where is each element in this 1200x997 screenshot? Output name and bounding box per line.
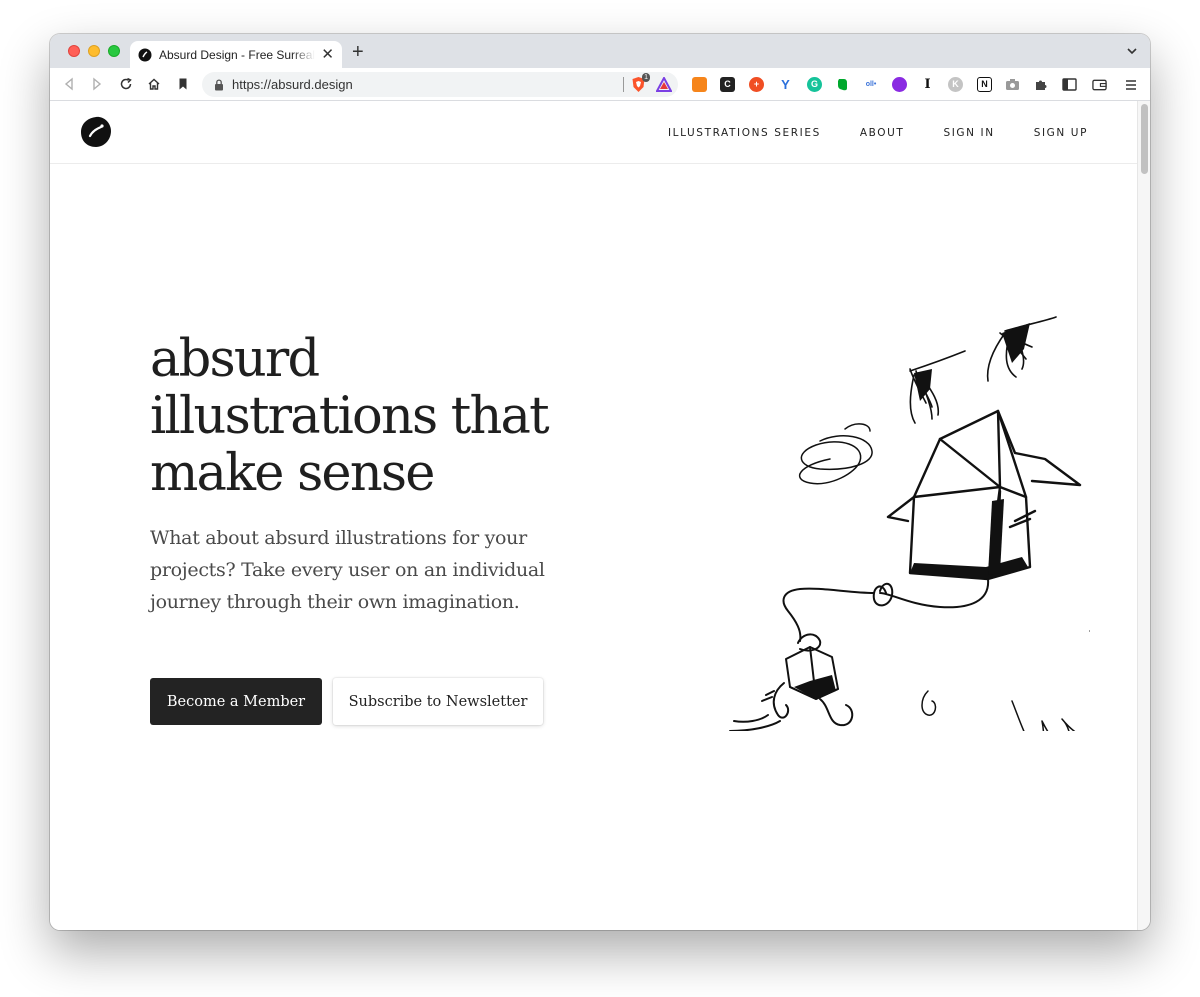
- rope-drawing: [782, 578, 990, 642]
- nav-about[interactable]: ABOUT: [860, 127, 905, 139]
- bookmark-icon[interactable]: [174, 75, 192, 93]
- box-shadow-fill: [910, 499, 1028, 579]
- become-member-button[interactable]: Become a Member: [150, 678, 322, 725]
- sidebar-icon[interactable]: [1062, 77, 1077, 92]
- back-icon[interactable]: [60, 75, 78, 93]
- address-separator: [623, 77, 624, 92]
- web-page: ILLUSTRATIONS SERIES ABOUT SIGN IN SIGN …: [50, 101, 1137, 930]
- site-nav: ILLUSTRATIONS SERIES ABOUT SIGN IN SIGN …: [629, 101, 1088, 164]
- close-window-button[interactable]: [68, 45, 80, 57]
- scrollbar-thumb[interactable]: [1141, 104, 1148, 174]
- tab-search-chevron-icon[interactable]: [1126, 45, 1138, 57]
- absurd-favicon-icon: [138, 48, 152, 61]
- extension-ob-icon[interactable]: oll•: [863, 77, 879, 92]
- brave-rewards-icon[interactable]: [656, 77, 672, 92]
- tab-close-icon[interactable]: ✕: [321, 47, 334, 62]
- site-header: ILLUSTRATIONS SERIES ABOUT SIGN IN SIGN …: [50, 101, 1137, 164]
- address-bar[interactable]: https://absurd.design 1: [202, 72, 678, 97]
- notion-icon[interactable]: N: [977, 77, 992, 92]
- screenshot-icon[interactable]: [1005, 77, 1020, 92]
- absurd-box-illustration: [729, 316, 1090, 731]
- active-tab[interactable]: Absurd Design - Free Surrealist Illustra…: [130, 41, 342, 68]
- feather-drawing: [909, 316, 1057, 424]
- extension-c-icon[interactable]: C: [720, 77, 735, 92]
- absurd-logo[interactable]: [78, 114, 114, 150]
- extension-plus-icon[interactable]: +: [749, 77, 764, 92]
- new-tab-button[interactable]: +: [352, 42, 364, 62]
- nav-sign-up[interactable]: SIGN UP: [1034, 127, 1088, 139]
- zoom-window-button[interactable]: [108, 45, 120, 57]
- extension-y-icon[interactable]: Y: [778, 77, 793, 92]
- brave-shield-badge: 1: [642, 73, 650, 82]
- evernote-icon[interactable]: [835, 77, 850, 92]
- nav-sign-in[interactable]: SIGN IN: [943, 127, 994, 139]
- extension-purple-icon[interactable]: [892, 77, 907, 92]
- hero-title: absurd illustrations that make sense: [150, 330, 550, 503]
- subscribe-newsletter-button[interactable]: Subscribe to Newsletter: [333, 678, 543, 725]
- hero-description: What about absurd illustrations for your…: [150, 527, 545, 613]
- instapaper-icon[interactable]: I: [920, 77, 935, 92]
- page-scrollbar[interactable]: [1137, 101, 1150, 930]
- minimize-window-button[interactable]: [88, 45, 100, 57]
- wallet-icon[interactable]: [1092, 77, 1107, 92]
- nav-illustrations-series[interactable]: ILLUSTRATIONS SERIES: [668, 127, 821, 139]
- browser-toolbar: https://absurd.design 1 C + Y G oll• I K: [50, 68, 1150, 101]
- forward-icon[interactable]: [88, 75, 106, 93]
- grammarly-icon[interactable]: G: [807, 77, 822, 92]
- puzzle-icon[interactable]: [1034, 77, 1049, 92]
- browser-window: Absurd Design - Free Surrealist Illustra…: [50, 34, 1150, 930]
- extension-k-icon[interactable]: K: [948, 77, 963, 92]
- reload-icon[interactable]: [117, 75, 135, 93]
- scribble-bottom: [1011, 700, 1076, 731]
- url-text: https://absurd.design: [232, 77, 353, 92]
- metamask-icon[interactable]: [692, 77, 707, 92]
- scribble-left: [798, 435, 873, 485]
- box-drawing: [886, 409, 1082, 581]
- menu-icon[interactable]: [1123, 77, 1138, 92]
- feather-fill: [914, 323, 1030, 401]
- lock-icon: [215, 78, 223, 90]
- tab-strip: Absurd Design - Free Surrealist Illustra…: [50, 34, 1150, 68]
- tab-title: Absurd Design - Free Surrealist Illustra…: [159, 47, 316, 62]
- home-icon[interactable]: [145, 75, 163, 93]
